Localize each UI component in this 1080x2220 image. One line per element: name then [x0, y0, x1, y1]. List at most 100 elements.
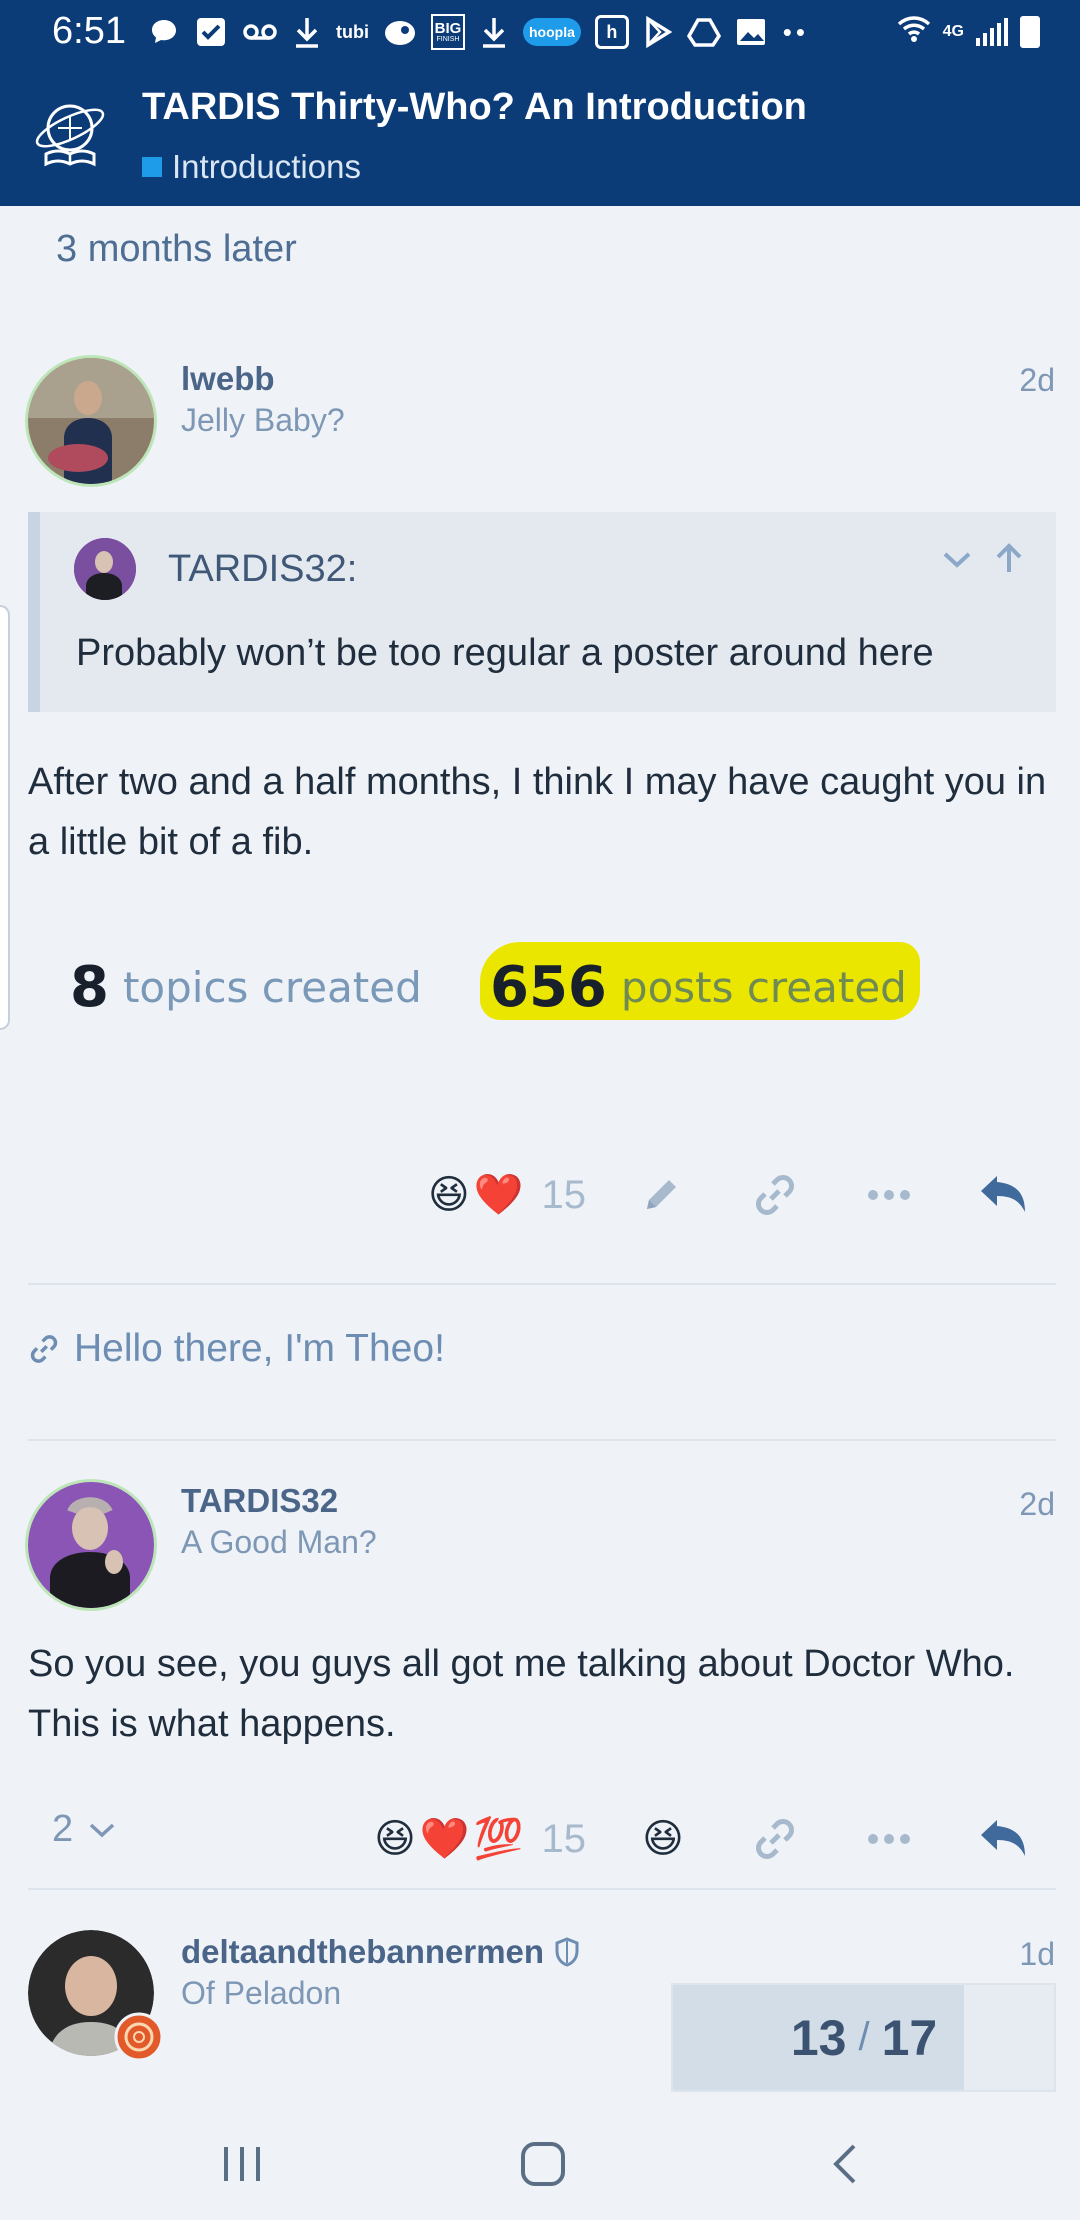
quote-avatar	[74, 538, 136, 600]
shield-icon	[555, 1937, 579, 1967]
topic-header: TARDIS Thirty-Who? An Introduction Intro…	[0, 64, 1080, 206]
topic-title[interactable]: TARDIS Thirty-Who? An Introduction	[142, 86, 807, 129]
post-author-title: A Good Man?	[181, 1524, 377, 1560]
post-actions: 😆 ❤️ 💯 15 😆	[370, 1804, 1060, 1874]
post-divider	[28, 1439, 1056, 1441]
reaction-hundred[interactable]: 💯	[474, 1819, 524, 1859]
post-author-title: Jelly Baby?	[181, 402, 345, 438]
flair-badge-icon	[114, 2012, 164, 2062]
linked-topic[interactable]: Hello there, I'm Theo!	[28, 1327, 445, 1371]
progress-text: 13 / 17	[673, 1985, 1055, 2090]
post-body: So you see, you guys all got me talking …	[28, 1643, 1015, 1745]
ellipsis-icon	[868, 1834, 910, 1844]
quote-block: TARDIS32: Probably won’t be too regular …	[28, 512, 1056, 712]
message-icon	[148, 14, 180, 50]
user-stats-image[interactable]: 8 topics created 656 posts created	[70, 942, 970, 1032]
progress-current: 13	[790, 2009, 847, 2066]
battery-icon	[1020, 15, 1040, 48]
post-date[interactable]: 2d	[1019, 1486, 1055, 1523]
post-author-title: Of Peladon	[181, 1975, 342, 2011]
post-body: After two and a half months, I think I m…	[28, 761, 1047, 863]
quote-controls	[940, 542, 1026, 585]
time-gap-label: 3 months later	[56, 228, 297, 270]
hoopla-icon: hoopla	[523, 18, 581, 46]
signal-icon	[976, 17, 1008, 46]
show-replies-button[interactable]: 2	[52, 1808, 117, 1851]
status-time: 6:51	[52, 10, 126, 52]
pluto-icon	[383, 14, 417, 50]
post-author-username[interactable]: lwebb	[181, 360, 275, 398]
posts-label: posts created	[620, 962, 907, 1012]
post-actions: 😆 ❤️ 15	[424, 1160, 1060, 1230]
quote-username: TARDIS32:	[168, 548, 358, 590]
quote-jump-arrow-up-icon[interactable]	[992, 542, 1026, 585]
reaction-laughing[interactable]: 😆	[374, 1819, 416, 1859]
back-icon[interactable]	[806, 2134, 886, 2194]
posts-count: 656	[490, 954, 607, 1020]
call-filter-icon	[194, 14, 228, 50]
username-text: deltaandthebannermen	[181, 1933, 545, 1970]
category-color-square	[142, 157, 162, 177]
reaction-laughing[interactable]: 😆	[428, 1175, 470, 1215]
reply-icon	[981, 1820, 1025, 1856]
link-icon	[30, 1335, 58, 1363]
category-name: Introductions	[172, 148, 361, 185]
pencil-icon	[647, 1180, 676, 1209]
system-status: 4G	[897, 12, 1040, 51]
more-dots-icon: ••	[782, 16, 809, 47]
category-badge[interactable]: Introductions	[142, 148, 361, 186]
h-icon: h	[594, 15, 629, 49]
big-finish-icon: BIG FINISH	[431, 14, 465, 50]
replies-count: 2	[52, 1808, 74, 1850]
my-reaction-button[interactable]: 😆	[604, 1804, 718, 1874]
reply-button[interactable]	[946, 1804, 1060, 1874]
progress-total: 17	[881, 2009, 938, 2066]
reply-button[interactable]	[946, 1160, 1060, 1230]
post-date[interactable]: 1d	[1019, 1936, 1055, 1973]
post-author-username[interactable]: deltaandthebannermen	[181, 1933, 580, 1971]
my-reaction-laughing: 😆	[642, 1817, 684, 1861]
avatar[interactable]	[28, 1930, 164, 2062]
edit-button[interactable]	[604, 1160, 718, 1230]
download-icon	[479, 14, 509, 50]
copy-link-button[interactable]	[718, 1804, 832, 1874]
more-options-button[interactable]	[832, 1804, 946, 1874]
more-options-button[interactable]	[832, 1160, 946, 1230]
home-icon[interactable]	[503, 2134, 583, 2194]
post-author-username[interactable]: TARDIS32	[181, 1482, 338, 1520]
network-type: 4G	[942, 22, 964, 40]
edge-panel-handle[interactable]	[0, 605, 10, 1030]
system-navigation-bar	[0, 2104, 1080, 2220]
reply-icon	[981, 1176, 1025, 1212]
avatar[interactable]	[28, 358, 154, 484]
recent-apps-icon[interactable]	[202, 2134, 282, 2194]
post-divider	[28, 1283, 1056, 1285]
topic-progress[interactable]: 13 / 17	[671, 1983, 1056, 2092]
play-store-icon	[643, 14, 673, 50]
progress-separator: /	[858, 2015, 870, 2059]
topics-created-stat: 8 topics created	[70, 942, 422, 1032]
voicemail-icon	[242, 14, 278, 50]
linked-topic-title[interactable]: Hello there, I'm Theo!	[74, 1327, 445, 1371]
topics-count: 8	[70, 954, 109, 1020]
link-icon	[756, 1819, 794, 1859]
topics-label: topics created	[122, 962, 422, 1012]
status-bar: 6:51 tubi BIG FINISH hoopla h •• 4G	[0, 0, 1080, 64]
gallery-icon	[735, 14, 767, 50]
post-date[interactable]: 2d	[1019, 362, 1055, 399]
link-icon	[756, 1175, 794, 1215]
reaction-heart[interactable]: ❤️	[420, 1819, 470, 1859]
notification-icons: tubi BIG FINISH hoopla h ••	[148, 12, 811, 52]
tubi-icon: tubi	[336, 21, 369, 42]
avatar[interactable]	[28, 1482, 154, 1608]
post-divider	[28, 1888, 1056, 1890]
reaction-count[interactable]: 15	[542, 1173, 587, 1218]
wifi-icon	[897, 12, 931, 51]
download-icon	[292, 14, 322, 50]
drive-icon	[686, 14, 721, 50]
quote-expand-chevron-down-icon[interactable]	[940, 542, 974, 585]
reaction-heart[interactable]: ❤️	[474, 1175, 524, 1215]
site-logo-icon[interactable]	[32, 92, 108, 172]
reaction-count[interactable]: 15	[542, 1817, 587, 1862]
copy-link-button[interactable]	[718, 1160, 832, 1230]
